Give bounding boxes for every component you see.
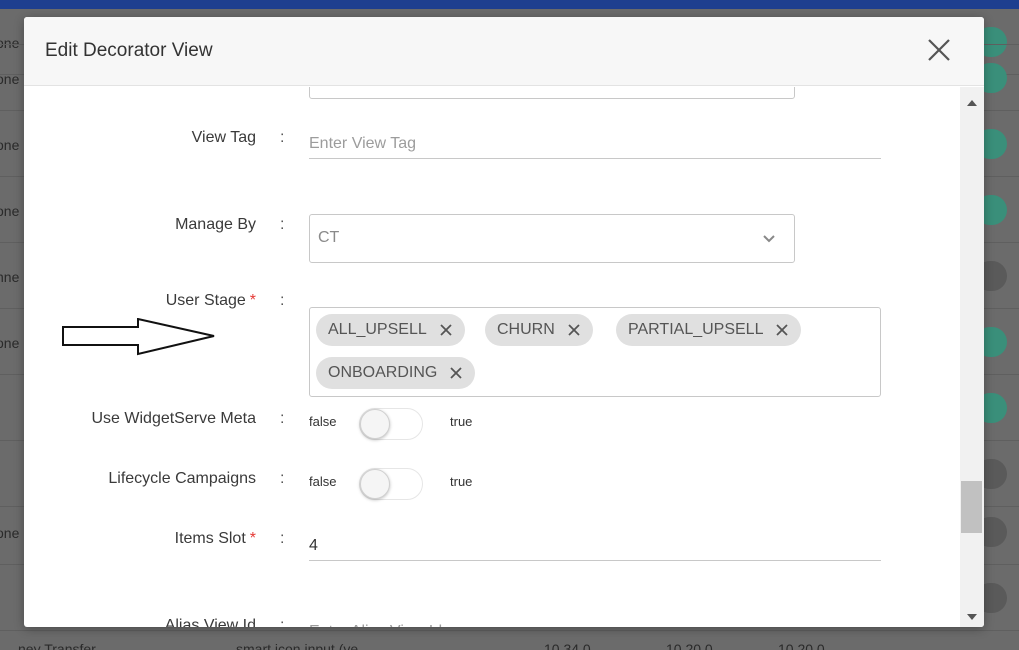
view-tag-colon: : [280, 129, 285, 146]
previous-field-box[interactable] [309, 87, 795, 99]
required-mark: * [249, 530, 256, 547]
chip-remove-icon[interactable] [775, 323, 789, 337]
chip-label: ONBOARDING [328, 364, 438, 381]
alias-view-id-colon: : [280, 617, 285, 627]
background-bottom-text: smart icon input (ve [236, 641, 359, 650]
toggle-true-label: true [450, 474, 473, 489]
chip-all-upsell: ALL_UPSELL [316, 314, 465, 346]
chip-label: CHURN [497, 321, 555, 338]
required-mark: * [249, 292, 256, 309]
manage-by-colon: : [280, 216, 285, 233]
user-stage-colon: : [280, 292, 285, 309]
chip-remove-icon[interactable] [567, 323, 581, 337]
view-tag-label: View Tag [191, 129, 256, 146]
dialog-header: Edit Decorator View [24, 17, 984, 86]
toggle-false-label: false [309, 474, 337, 489]
items-slot-label: Items Slot * [175, 530, 256, 548]
items-slot-colon: : [280, 530, 285, 547]
lifecycle-campaigns-toggle[interactable] [359, 468, 423, 500]
dialog-body: View Tag : Manage By : CT User Stage* : … [24, 87, 960, 627]
chip-remove-icon[interactable] [449, 366, 463, 380]
user-stage-label: User Stage * [166, 292, 256, 310]
background-row-text: one [0, 203, 20, 219]
background-row-text: one [0, 71, 20, 87]
background-row-text: one [0, 335, 20, 351]
items-slot-input[interactable] [309, 531, 881, 561]
alias-view-id-input[interactable] [309, 617, 881, 627]
close-icon[interactable] [924, 35, 954, 65]
chevron-down-icon[interactable] [762, 232, 776, 246]
alias-view-id-label: Alias View Id [164, 617, 256, 627]
scroll-down-arrow-icon[interactable] [966, 609, 978, 620]
background-bottom-text: ney Transfer [18, 641, 96, 650]
scrollbar-thumb[interactable] [961, 481, 982, 533]
chip-onboarding: ONBOARDING [316, 357, 476, 389]
annotation-arrow-icon [62, 318, 215, 356]
chip-remove-icon[interactable] [439, 323, 453, 337]
background-row-text: nne [0, 269, 20, 285]
toggle-true-label: true [450, 414, 473, 429]
manage-by-select[interactable]: CT [309, 214, 795, 263]
toggle-knob [360, 409, 390, 439]
toggle-false-label: false [309, 414, 337, 429]
background-row-text: one [0, 525, 20, 541]
user-stage-label-text: User Stage [165, 292, 246, 309]
lifecycle-campaigns-colon: : [280, 470, 285, 487]
toggle-knob [360, 469, 390, 499]
background-bottom-text: 10.34.0 [544, 641, 591, 650]
background-bottom-text: 10.20.0 [778, 641, 825, 650]
background-row-text: one [0, 137, 20, 153]
chip-churn: CHURN [485, 314, 593, 346]
chip-partial-upsell: PARTIAL_UPSELL [616, 314, 802, 346]
dialog-title: Edit Decorator View [45, 40, 213, 61]
app-top-bar [0, 0, 1019, 9]
chip-label: ALL_UPSELL [328, 321, 427, 338]
user-stage-multiselect[interactable]: ALL_UPSELL CHURN PARTIAL_UPSELL ONBOARDI… [309, 307, 881, 397]
background-bottom-text: 10.20.0 [666, 641, 713, 650]
lifecycle-campaigns-label: Lifecycle Campaigns [108, 470, 256, 487]
view-tag-input[interactable] [309, 129, 881, 159]
items-slot-label-text: Items Slot [174, 530, 246, 547]
scroll-up-arrow-icon[interactable] [966, 95, 978, 106]
use-widgetserve-meta-toggle[interactable] [359, 408, 423, 440]
dialog-scrollbar[interactable] [960, 87, 984, 627]
manage-by-label: Manage By [175, 216, 256, 233]
manage-by-value: CT [318, 229, 340, 246]
use-widgetserve-meta-colon: : [280, 410, 285, 427]
use-widgetserve-meta-label: Use WidgetServe Meta [91, 410, 256, 427]
chip-label: PARTIAL_UPSELL [628, 321, 764, 338]
